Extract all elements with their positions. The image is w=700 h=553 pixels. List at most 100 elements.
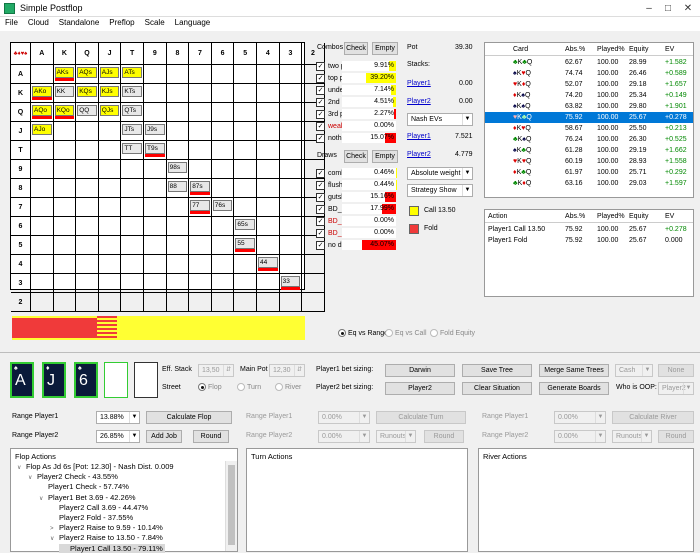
- matrix-cell[interactable]: [121, 255, 144, 274]
- matrix-cell[interactable]: [31, 274, 54, 293]
- matrix-hand[interactable]: KJs: [100, 86, 120, 97]
- table-header-cell[interactable]: Played%: [597, 43, 625, 56]
- matrix-cell[interactable]: [167, 198, 190, 217]
- board-card-2[interactable]: ♦J: [42, 362, 66, 398]
- draws-checkbox[interactable]: ✓: [316, 217, 325, 226]
- stack-player1-link[interactable]: Player1: [407, 80, 431, 87]
- matrix-cell[interactable]: [121, 179, 144, 198]
- matrix-cell[interactable]: [144, 84, 167, 103]
- matrix-cell[interactable]: [54, 274, 77, 293]
- matrix-cell[interactable]: [121, 160, 144, 179]
- matrix-cell[interactable]: [167, 274, 190, 293]
- draws-checkbox[interactable]: ✓: [316, 241, 325, 250]
- matrix-hand[interactable]: 44: [258, 257, 278, 268]
- matrix-cell[interactable]: [280, 198, 303, 217]
- matrix-cell[interactable]: [76, 122, 99, 141]
- street-turn-radio[interactable]: Turn: [237, 383, 261, 391]
- matrix-cell[interactable]: [280, 255, 303, 274]
- matrix-cell[interactable]: [212, 179, 235, 198]
- matrix-hand[interactable]: 77: [190, 200, 210, 211]
- matrix-cell[interactable]: [189, 236, 212, 255]
- matrix-cell[interactable]: [144, 198, 167, 217]
- table-row[interactable]: ♠K♥Q74.74100.0026.46+0.589: [485, 68, 693, 79]
- draws-checkbox[interactable]: ✓: [316, 193, 325, 202]
- matrix-cell[interactable]: [189, 103, 212, 122]
- board-card-1[interactable]: ♠A: [10, 362, 34, 398]
- matrix-cell[interactable]: [167, 103, 190, 122]
- tree-expander-icon[interactable]: ∨: [39, 495, 48, 502]
- table-row[interactable]: ♠K♣Q61.28100.0029.19+1.662: [485, 145, 693, 156]
- matrix-cell[interactable]: [76, 274, 99, 293]
- matrix-hand[interactable]: T9s: [145, 143, 165, 154]
- matrix-cell[interactable]: [189, 84, 212, 103]
- matrix-cell[interactable]: [280, 65, 303, 84]
- table-row[interactable]: ♣K♠Q76.24100.0026.30+0.525: [485, 134, 693, 145]
- matrix-cell[interactable]: [144, 274, 167, 293]
- matrix-cell[interactable]: [257, 122, 280, 141]
- matrix-cell[interactable]: [189, 122, 212, 141]
- board-card-turn-slot[interactable]: [104, 362, 128, 398]
- card-table[interactable]: CardAbs.%Played%EquityEV♣K♣Q62.67100.002…: [484, 42, 694, 198]
- calculate-river-button[interactable]: Calculate River: [612, 411, 694, 424]
- matrix-cell[interactable]: [302, 274, 325, 293]
- table-row[interactable]: Player1 Fold75.92100.0025.670.000: [485, 235, 693, 246]
- matrix-cell[interactable]: [76, 255, 99, 274]
- matrix-hand[interactable]: AQo: [32, 105, 52, 116]
- matrix-cell[interactable]: [212, 160, 235, 179]
- matrix-hand[interactable]: ATs: [122, 67, 142, 78]
- street-flop-radio[interactable]: Flop: [198, 383, 222, 391]
- matrix-cell[interactable]: [257, 293, 280, 312]
- matrix-hand[interactable]: AKo: [32, 86, 52, 97]
- table-header-cell[interactable]: Action: [488, 210, 507, 223]
- matrix-hand[interactable]: QTs: [122, 105, 142, 116]
- weight-select[interactable]: Absolute weight▼: [407, 167, 473, 180]
- clear-situation-button[interactable]: Clear Situation: [462, 382, 532, 395]
- p2-sizing-button[interactable]: Player2: [385, 382, 455, 395]
- matrix-cell[interactable]: [167, 122, 190, 141]
- draws-checkbox[interactable]: ✓: [316, 229, 325, 238]
- stack-player2-link[interactable]: Player2: [407, 98, 431, 105]
- matrix-cell[interactable]: [144, 293, 167, 312]
- matrix-cell[interactable]: [31, 255, 54, 274]
- matrix-cell[interactable]: [280, 293, 303, 312]
- matrix-cell[interactable]: [99, 160, 122, 179]
- street-river-radio[interactable]: River: [275, 383, 301, 391]
- turn-range-player1-select[interactable]: 0.00%▼: [318, 411, 370, 424]
- matrix-cell[interactable]: [189, 217, 212, 236]
- matrix-cell[interactable]: [144, 236, 167, 255]
- menu-scale[interactable]: Scale: [140, 17, 170, 27]
- matrix-hand[interactable]: QJs: [100, 105, 120, 116]
- turn-runouts-select[interactable]: Runouts▼: [376, 430, 416, 443]
- matrix-cell[interactable]: [121, 217, 144, 236]
- table-row[interactable]: Player1 Call 13.5075.92100.0025.67+0.278: [485, 224, 693, 235]
- matrix-cell[interactable]: [54, 255, 77, 274]
- range-matrix[interactable]: ♣♦♥♠AAKKQQJJTT9988776655443322AKsAQsAJsA…: [10, 42, 305, 290]
- combos-checkbox[interactable]: ✓: [316, 134, 325, 143]
- matrix-cell[interactable]: [280, 217, 303, 236]
- combos-checkbox[interactable]: ✓: [316, 110, 325, 119]
- fold-equity-radio[interactable]: Fold Equity: [430, 329, 475, 337]
- matrix-cell[interactable]: [99, 255, 122, 274]
- matrix-cell[interactable]: [167, 217, 190, 236]
- board-card-river-slot[interactable]: [134, 362, 158, 398]
- matrix-cell[interactable]: [99, 217, 122, 236]
- table-row[interactable]: ♦K♣Q61.97100.0025.71+0.292: [485, 167, 693, 178]
- matrix-cell[interactable]: [167, 255, 190, 274]
- matrix-cell[interactable]: [234, 274, 257, 293]
- tree-expander-icon[interactable]: ∨: [28, 474, 37, 481]
- matrix-cell[interactable]: [234, 179, 257, 198]
- strategy-select[interactable]: Strategy Show▼: [407, 184, 473, 197]
- matrix-cell[interactable]: [121, 293, 144, 312]
- matrix-cell[interactable]: [280, 103, 303, 122]
- matrix-cell[interactable]: [99, 122, 122, 141]
- matrix-cell[interactable]: [167, 84, 190, 103]
- matrix-cell[interactable]: [144, 103, 167, 122]
- matrix-cell[interactable]: [99, 198, 122, 217]
- matrix-cell[interactable]: [31, 141, 54, 160]
- matrix-cell[interactable]: [121, 236, 144, 255]
- tree-expander-icon[interactable]: >: [50, 526, 59, 532]
- eq-vs-call-radio[interactable]: Eq vs Call: [385, 329, 427, 337]
- matrix-hand[interactable]: 55: [235, 238, 255, 249]
- matrix-cell[interactable]: [144, 160, 167, 179]
- matrix-cell[interactable]: [212, 122, 235, 141]
